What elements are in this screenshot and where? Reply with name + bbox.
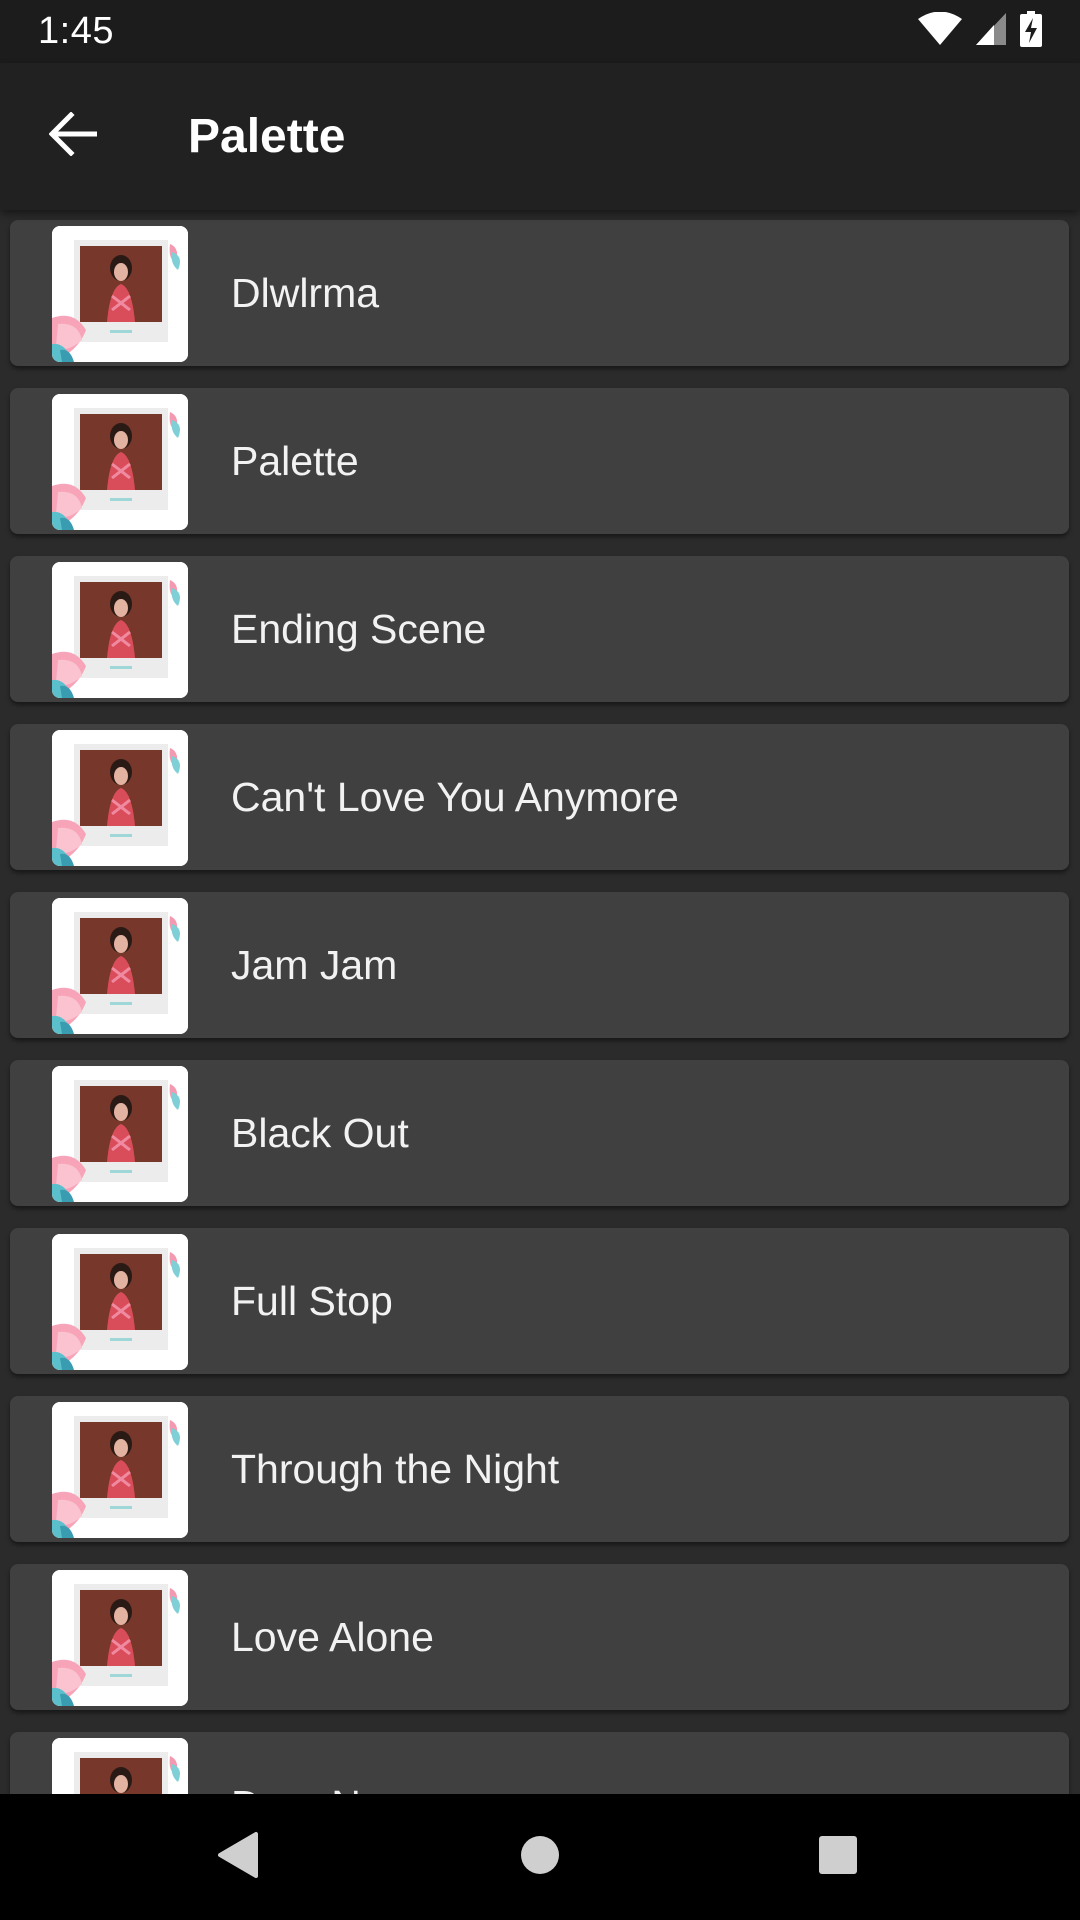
album-art <box>52 1234 188 1370</box>
status-icons <box>918 11 1042 52</box>
track-title: Ending Scene <box>231 605 487 652</box>
list-item[interactable]: Black Out <box>10 1060 1069 1206</box>
track-title: Through the Night <box>231 1445 560 1492</box>
list-item[interactable]: Dear Name <box>10 1732 1069 1794</box>
album-art <box>52 394 188 530</box>
album-art <box>52 1738 188 1794</box>
list-item[interactable]: Full Stop <box>10 1228 1069 1374</box>
page-title: Palette <box>188 110 346 163</box>
list-item[interactable]: Dlwlrma <box>10 220 1069 366</box>
list-item[interactable]: Can't Love You Anymore <box>10 724 1069 870</box>
status-bar: 1:45 <box>0 0 1080 63</box>
track-list[interactable]: Dlwlrma Palette Ending Scene Can't Love … <box>0 210 1080 1794</box>
back-button[interactable] <box>0 63 150 210</box>
album-art <box>52 730 188 866</box>
arrow-back-icon <box>48 111 98 161</box>
track-title: Jam Jam <box>231 941 398 988</box>
app-bar: Palette <box>0 63 1080 210</box>
list-item[interactable]: Jam Jam <box>10 892 1069 1038</box>
cell-signal-icon <box>976 13 1006 50</box>
track-title: Palette <box>231 437 359 484</box>
nav-home-button[interactable] <box>470 1794 610 1920</box>
list-item[interactable]: Through the Night <box>10 1396 1069 1542</box>
track-title: Love Alone <box>231 1613 434 1660</box>
list-item[interactable]: Love Alone <box>10 1564 1069 1710</box>
track-title: Black Out <box>231 1109 409 1156</box>
wifi-icon <box>918 11 962 51</box>
list-item[interactable]: Palette <box>10 388 1069 534</box>
album-art <box>52 898 188 1034</box>
status-time: 1:45 <box>38 10 114 52</box>
screen: 1:45 Palette Dlwlrma Palette Ending Scen… <box>0 0 1080 1920</box>
track-title: Dlwlrma <box>231 269 380 316</box>
track-title: Full Stop <box>231 1277 393 1324</box>
battery-charging-icon <box>1020 11 1042 52</box>
track-title: Can't Love You Anymore <box>231 773 679 820</box>
album-art <box>52 562 188 698</box>
nav-home-icon <box>520 1835 560 1880</box>
track-title: Dear Name <box>231 1782 441 1795</box>
album-art <box>52 1402 188 1538</box>
nav-recents-icon <box>818 1835 858 1880</box>
album-art <box>52 1570 188 1706</box>
navigation-bar <box>0 1794 1080 1920</box>
list-item[interactable]: Ending Scene <box>10 556 1069 702</box>
album-art <box>52 226 188 362</box>
nav-back-icon <box>216 1831 260 1884</box>
nav-back-button[interactable] <box>168 1794 308 1920</box>
nav-recents-button[interactable] <box>768 1794 908 1920</box>
album-art <box>52 1066 188 1202</box>
